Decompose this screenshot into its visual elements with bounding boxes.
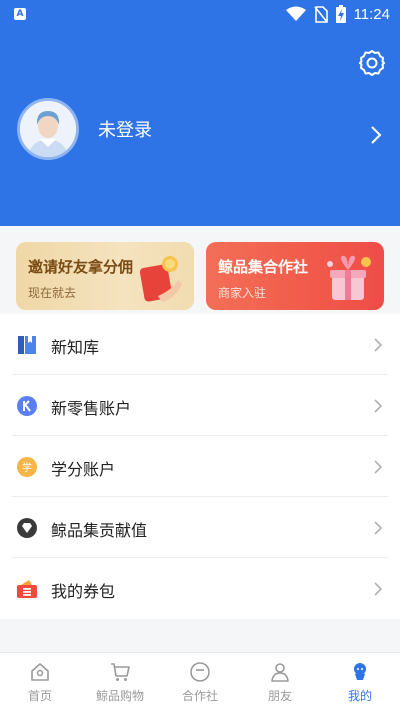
shopping-cart-icon xyxy=(111,663,130,681)
status-bar: A 11:24 xyxy=(0,0,400,28)
menu-item-credit-account[interactable]: 学 学分账户 xyxy=(12,436,388,497)
menu-item-label: 我的券包 xyxy=(51,582,116,601)
nav-tab-me[interactable]: 我的 xyxy=(320,653,400,710)
menu-item-retail-account[interactable]: 新零售账户 xyxy=(12,375,388,436)
clock: 11:24 xyxy=(353,5,390,23)
home-icon xyxy=(31,663,49,681)
nav-label: 首页 xyxy=(27,689,52,703)
diamond-icon xyxy=(17,518,37,538)
menu-item-coupons[interactable]: 我的券包 xyxy=(12,558,388,619)
chevron-right-icon xyxy=(374,338,382,352)
gift-box-icon xyxy=(327,255,371,300)
default-avatar-icon xyxy=(20,101,76,157)
banner-subtitle: 现在就去 xyxy=(28,286,77,300)
banner-subtitle: 商家入驻 xyxy=(218,286,267,300)
cooperative-banner[interactable]: 鲸品集合作社 商家入驻 xyxy=(206,242,384,310)
chevron-right-icon[interactable] xyxy=(370,125,382,145)
menu-list: 新知库 新零售账户 学 学分账户 鲸品集贡献值 我的券包 xyxy=(0,314,400,619)
invite-friends-banner[interactable]: 邀请好友拿分佣 现在就去 xyxy=(16,242,194,310)
red-envelope-icon xyxy=(139,256,182,302)
book-icon xyxy=(18,336,36,354)
profile-header: A 11:24 未登录 xyxy=(0,0,400,226)
bottom-navigation: 首页 鲸品购物 合作社 朋友 我的 xyxy=(0,652,400,710)
banner-title: 邀请好友拿分佣 xyxy=(28,258,134,276)
chevron-right-icon xyxy=(374,521,382,535)
chevron-right-icon xyxy=(374,582,382,596)
menu-item-label: 学分账户 xyxy=(51,460,116,479)
nav-label: 合作社 xyxy=(181,689,218,703)
menu-item-knowledge-base[interactable]: 新知库 xyxy=(12,314,388,375)
chevron-right-icon xyxy=(374,399,382,413)
friends-icon xyxy=(271,663,289,682)
coupon-icon xyxy=(17,580,37,598)
nav-tab-friends[interactable]: 朋友 xyxy=(240,653,320,710)
banner-title: 鲸品集合作社 xyxy=(218,258,309,276)
battery-charging-icon xyxy=(335,5,346,23)
nav-label: 鲸品购物 xyxy=(95,689,144,703)
wifi-icon xyxy=(285,6,306,21)
cooperative-icon xyxy=(190,662,210,682)
no-sim-icon xyxy=(313,5,328,23)
menu-item-contribution[interactable]: 鲸品集贡献值 xyxy=(12,497,388,558)
nav-label: 我的 xyxy=(347,689,372,703)
app-notification-icon: A xyxy=(14,8,26,20)
menu-item-label: 新知库 xyxy=(51,338,100,357)
menu-item-label: 新零售账户 xyxy=(51,399,132,418)
menu-item-label: 鲸品集贡献值 xyxy=(51,521,148,540)
credit-icon: 学 xyxy=(17,457,37,477)
login-prompt[interactable]: 未登录 xyxy=(98,116,152,142)
chevron-right-icon xyxy=(374,460,382,474)
nav-tab-cooperative[interactable]: 合作社 xyxy=(160,653,240,710)
avatar[interactable] xyxy=(17,98,79,160)
nav-tab-shopping[interactable]: 鲸品购物 xyxy=(80,653,160,710)
profile-icon xyxy=(354,663,366,680)
settings-gear-icon[interactable] xyxy=(358,49,386,77)
nav-label: 朋友 xyxy=(267,689,292,703)
nav-tab-home[interactable]: 首页 xyxy=(0,653,80,710)
k-coin-icon xyxy=(17,396,37,416)
svg-text:学: 学 xyxy=(22,461,32,474)
